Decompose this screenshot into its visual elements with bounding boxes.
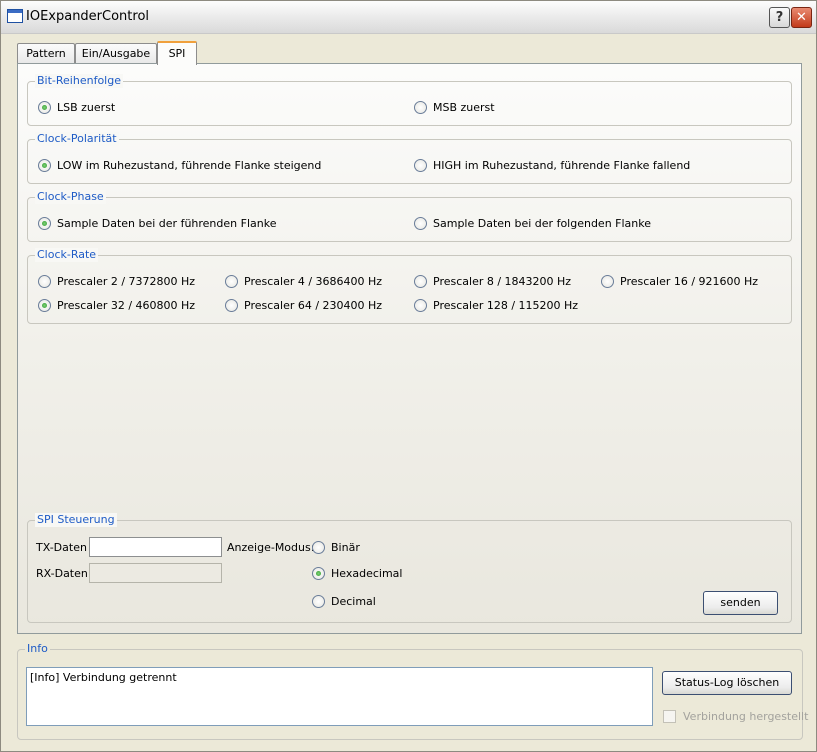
phase-trailing-radio[interactable]: Sample Daten bei der folgenden Flanke [414,215,651,231]
prescaler-4-radio[interactable]: Prescaler 4 / 3686400 Hz [225,273,382,289]
tab-spi[interactable]: SPI [157,41,197,65]
prescaler-8-label: Prescaler 8 / 1843200 Hz [433,274,572,288]
mode-hex-label: Hexadecimal [331,566,403,580]
prescaler-16-label: Prescaler 16 / 921600 Hz [620,274,759,288]
radio-indicator [414,216,427,230]
clock-polarity-group: Clock-Polarität LOW im Ruhezustand, führ… [27,132,792,184]
radio-indicator [414,100,427,114]
tx-data-input[interactable] [89,537,222,557]
clock-polarity-legend: Clock-Polarität [35,132,119,146]
radio-indicator [414,274,427,288]
prescaler-32-label: Prescaler 32 / 460800 Hz [57,298,196,312]
msb-first-radio[interactable]: MSB zuerst [414,99,495,115]
window-icon [7,9,23,23]
radio-indicator [312,594,325,608]
polarity-low-radio[interactable]: LOW im Ruhezustand, führende Flanke stei… [38,157,321,173]
prescaler-64-label: Prescaler 64 / 230400 Hz [244,298,383,312]
tab-pattern[interactable]: Pattern [17,43,75,63]
clock-phase-legend: Clock-Phase [35,190,106,204]
radio-indicator [225,274,238,288]
radio-indicator [38,100,51,114]
prescaler-4-label: Prescaler 4 / 3686400 Hz [244,274,383,288]
main-window: IOExpanderControl ? ✕ Pattern Ein/Ausgab… [0,0,817,752]
polarity-high-radio[interactable]: HIGH im Ruhezustand, führende Flanke fal… [414,157,690,173]
rx-data-field [89,563,222,583]
spi-control-group: SPI Steuerung TX-Daten Anzeige-Modus: RX… [27,513,792,623]
radio-indicator [312,566,325,580]
mode-decimal-label: Decimal [331,594,376,608]
display-mode-label: Anzeige-Modus: [227,541,315,554]
lsb-first-radio[interactable]: LSB zuerst [38,99,115,115]
prescaler-128-radio[interactable]: Prescaler 128 / 115200 Hz [414,297,578,313]
status-log[interactable]: [Info] Verbindung getrennt [26,667,653,726]
polarity-low-label: LOW im Ruhezustand, führende Flanke stei… [57,158,322,172]
radio-indicator [225,298,238,312]
prescaler-128-label: Prescaler 128 / 115200 Hz [433,298,579,312]
prescaler-8-radio[interactable]: Prescaler 8 / 1843200 Hz [414,273,571,289]
bit-order-legend: Bit-Reihenfolge [35,74,123,88]
bit-order-group: Bit-Reihenfolge LSB zuerst MSB zuerst [27,74,792,126]
info-legend: Info [25,642,50,656]
radio-indicator [38,274,51,288]
checkbox-indicator [663,710,676,723]
clock-phase-group: Clock-Phase Sample Daten bei der führend… [27,190,792,242]
clear-log-button[interactable]: Status-Log löschen [662,671,792,695]
window-title: IOExpanderControl [26,9,150,24]
mode-hex-radio[interactable]: Hexadecimal [312,565,402,581]
prescaler-32-radio[interactable]: Prescaler 32 / 460800 Hz [38,297,195,313]
phase-leading-radio[interactable]: Sample Daten bei der führenden Flanke [38,215,276,231]
connection-checkbox: Verbindung hergestellt [663,710,808,723]
radio-indicator [312,540,325,554]
radio-indicator [38,158,51,172]
title-bar[interactable]: IOExpanderControl ? ✕ [1,1,816,34]
msb-first-label: MSB zuerst [433,100,495,114]
close-button[interactable]: ✕ [791,7,812,28]
radio-indicator [414,298,427,312]
lsb-first-label: LSB zuerst [57,100,116,114]
prescaler-64-radio[interactable]: Prescaler 64 / 230400 Hz [225,297,382,313]
prescaler-2-radio[interactable]: Prescaler 2 / 7372800 Hz [38,273,195,289]
radio-indicator [601,274,614,288]
help-button[interactable]: ? [769,7,790,28]
prescaler-2-label: Prescaler 2 / 7372800 Hz [57,274,196,288]
send-button[interactable]: senden [703,591,778,615]
info-group: Info [Info] Verbindung getrennt Status-L… [17,642,808,740]
radio-indicator [38,298,51,312]
connection-label: Verbindung hergestellt [683,710,809,723]
mode-binary-radio[interactable]: Binär [312,539,360,555]
prescaler-16-radio[interactable]: Prescaler 16 / 921600 Hz [601,273,758,289]
tx-data-label: TX-Daten [36,541,87,554]
clock-rate-group: Clock-Rate Prescaler 2 / 7372800 Hz Pres… [27,248,792,324]
phase-trailing-label: Sample Daten bei der folgenden Flanke [433,216,652,230]
mode-binary-label: Binär [331,540,360,554]
spi-tab-panel: Bit-Reihenfolge LSB zuerst MSB zuerst Cl… [17,63,802,634]
clock-rate-legend: Clock-Rate [35,248,99,262]
tab-ein-ausgabe[interactable]: Ein/Ausgabe [75,43,157,63]
polarity-high-label: HIGH im Ruhezustand, führende Flanke fal… [433,158,691,172]
radio-indicator [414,158,427,172]
radio-indicator [38,216,51,230]
phase-leading-label: Sample Daten bei der führenden Flanke [57,216,277,230]
spi-control-legend: SPI Steuerung [35,513,117,527]
mode-decimal-radio[interactable]: Decimal [312,593,376,609]
rx-data-label: RX-Daten [36,567,88,580]
